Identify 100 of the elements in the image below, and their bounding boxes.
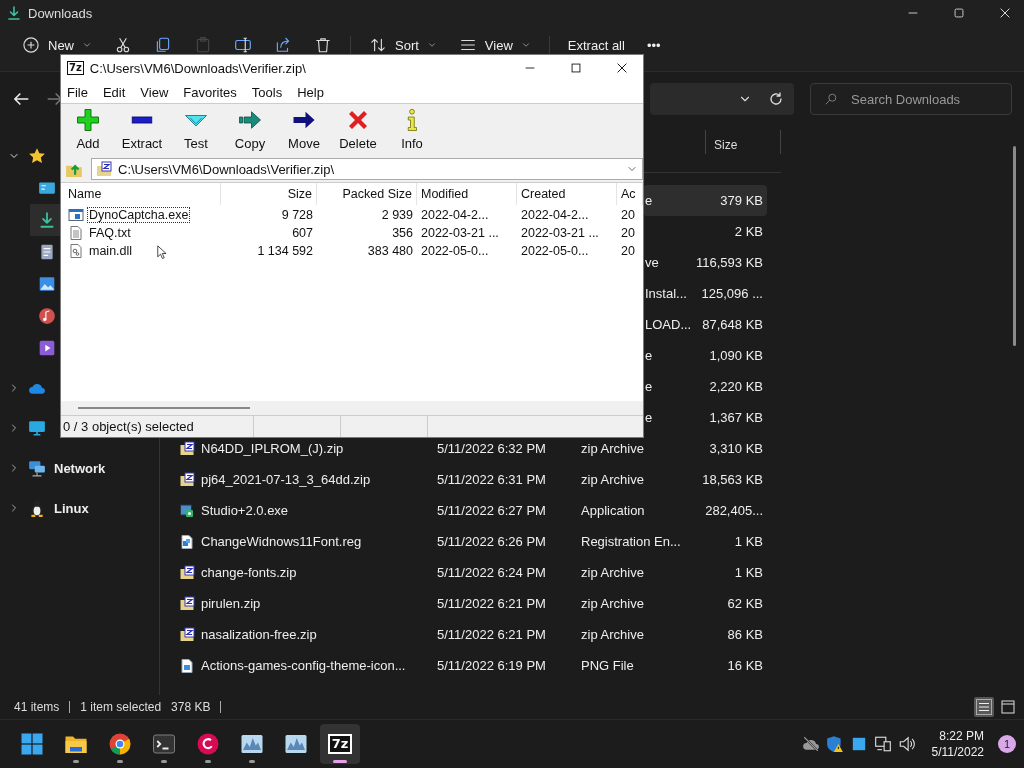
- text-file-icon: [68, 225, 84, 241]
- file-size: 2 KB: [733, 224, 764, 239]
- toolbar-button[interactable]: Delete: [331, 104, 385, 156]
- sidebar-item[interactable]: Network: [0, 452, 106, 484]
- file-row[interactable]: e 379 KB: [643, 185, 767, 216]
- file-size: 9 728: [280, 208, 314, 222]
- column-header[interactable]: Size: [221, 183, 317, 205]
- volume-icon[interactable]: [897, 735, 916, 754]
- zip-folder-icon: [179, 564, 195, 581]
- menu-item[interactable]: View: [140, 84, 169, 100]
- rename-icon: [234, 36, 252, 54]
- close-icon[interactable]: [615, 61, 629, 75]
- toolbar-button[interactable]: Copy: [223, 104, 277, 156]
- table-cell-text: 20: [620, 226, 636, 240]
- menu-item[interactable]: Tools: [251, 84, 283, 100]
- column-header[interactable]: Ac: [617, 183, 643, 205]
- file-type: ve: [644, 255, 660, 270]
- file-name[interactable]: nasalization-free.zip: [201, 627, 317, 642]
- maximize-icon[interactable]: [569, 61, 583, 75]
- file-name[interactable]: Studio+2.0.exe: [201, 503, 289, 518]
- toolbar-button[interactable]: Move: [277, 104, 331, 156]
- running-indicator: [249, 760, 255, 764]
- menu-item[interactable]: File: [67, 84, 88, 100]
- toolbar-button[interactable]: Extract: [115, 104, 169, 156]
- menu-item[interactable]: Edit: [102, 84, 126, 100]
- file-size: 87,648 KB: [701, 317, 764, 332]
- toolbar-button[interactable]: Add: [61, 104, 115, 156]
- file-type: zip Archive: [581, 441, 645, 456]
- shield-warning-icon[interactable]: [825, 735, 844, 754]
- file-type: Registration En...: [581, 534, 682, 549]
- star-icon: [28, 147, 46, 165]
- running-indicator: [205, 760, 211, 764]
- more-button[interactable]: •••: [642, 36, 665, 54]
- file-size: 86 KB: [726, 627, 764, 642]
- arrow-icon: [238, 108, 262, 132]
- search-field[interactable]: Search Downloads: [810, 83, 1012, 115]
- file-name[interactable]: Actions-games-config-theme-icon...: [201, 658, 406, 673]
- refresh-icon[interactable]: [768, 91, 784, 107]
- cloud-off-icon[interactable]: [801, 735, 820, 754]
- file-date: 5/11/2022 6:21 PM: [437, 596, 547, 611]
- scrollbar-thumb[interactable]: [78, 407, 250, 409]
- sidebar-item[interactable]: [30, 204, 60, 236]
- menu-item[interactable]: Help: [297, 84, 324, 100]
- file-size: 18,563 KB: [701, 472, 764, 487]
- column-header[interactable]: Name: [64, 183, 221, 205]
- back-icon[interactable]: [12, 90, 30, 108]
- file-name[interactable]: change-fonts.zip: [201, 565, 297, 580]
- view-button[interactable]: View: [454, 36, 535, 54]
- toolbar-button[interactable]: Test: [169, 104, 223, 156]
- extract-all-button[interactable]: Extract all: [563, 36, 629, 54]
- sidebar-item[interactable]: Linux: [0, 492, 89, 524]
- file-size: 379 KB: [719, 193, 764, 208]
- running-indicator: [73, 760, 79, 764]
- network-icon[interactable]: [873, 735, 892, 754]
- file-name[interactable]: pirulen.zip: [201, 596, 261, 611]
- notification-badge[interactable]: 1: [998, 735, 1016, 754]
- file-size: 1 KB: [733, 565, 764, 580]
- file-name[interactable]: ChangeWidnows11Font.reg: [201, 534, 362, 549]
- path-field[interactable]: C:\Users\VM6\Downloads\Verifier.zip\: [91, 158, 643, 180]
- terminal-icon: [152, 732, 176, 757]
- search-icon: [824, 92, 838, 106]
- status-text: 0 / 3 object(s) selected: [61, 416, 254, 437]
- maximize-icon[interactable]: [952, 6, 966, 20]
- clock[interactable]: 8:22 PM 5/11/2022: [931, 728, 984, 761]
- close-icon[interactable]: [998, 6, 1012, 20]
- toolbar-button[interactable]: Info: [385, 104, 439, 156]
- file-name[interactable]: FAQ.txt: [87, 225, 133, 241]
- plus-icon: [22, 36, 40, 54]
- scrollbar-thumb[interactable]: [1013, 146, 1016, 346]
- executable-icon: [68, 207, 84, 223]
- column-header[interactable]: Created: [517, 183, 617, 205]
- column-header[interactable]: Size: [705, 130, 781, 154]
- app-logo: 7z: [67, 61, 84, 75]
- file-date: 5/11/2022 6:26 PM: [437, 534, 547, 549]
- file-size: 607: [291, 226, 314, 240]
- file-type: e: [644, 379, 654, 394]
- registry-file-icon: [179, 533, 195, 550]
- created-date: 2022-05-0...: [520, 244, 590, 258]
- menu-item[interactable]: Favorites: [183, 84, 237, 100]
- taskbar-button[interactable]: 7z: [320, 724, 360, 765]
- file-date: 5/11/2022 6:31 PM: [437, 472, 547, 487]
- sort-button[interactable]: Sort: [365, 36, 441, 54]
- column-header[interactable]: Packed Size: [317, 183, 417, 205]
- picture-icon: [38, 275, 56, 293]
- file-type: Instal...: [644, 286, 688, 301]
- column-header[interactable]: Modified: [417, 183, 517, 205]
- paste-icon: [194, 36, 212, 54]
- file-size: 125,096 ...: [700, 286, 764, 301]
- file-name[interactable]: main.dll: [87, 243, 135, 259]
- gear-file-icon: [68, 243, 84, 259]
- file-size: 16 KB: [726, 658, 764, 673]
- file-size: 3,310 KB: [708, 441, 764, 456]
- file-name[interactable]: N64DD_IPLROM_(J).zip: [201, 441, 344, 456]
- file-name[interactable]: DynoCaptcha.exe: [87, 207, 191, 223]
- details-view-icon[interactable]: [974, 697, 994, 718]
- new-button[interactable]: New: [18, 36, 96, 54]
- start-icon: [20, 732, 44, 757]
- file-name[interactable]: pj64_2021-07-13_3_64dd.zip: [201, 472, 371, 487]
- caret-icon: [82, 40, 92, 50]
- file-type: zip Archive: [581, 565, 645, 580]
